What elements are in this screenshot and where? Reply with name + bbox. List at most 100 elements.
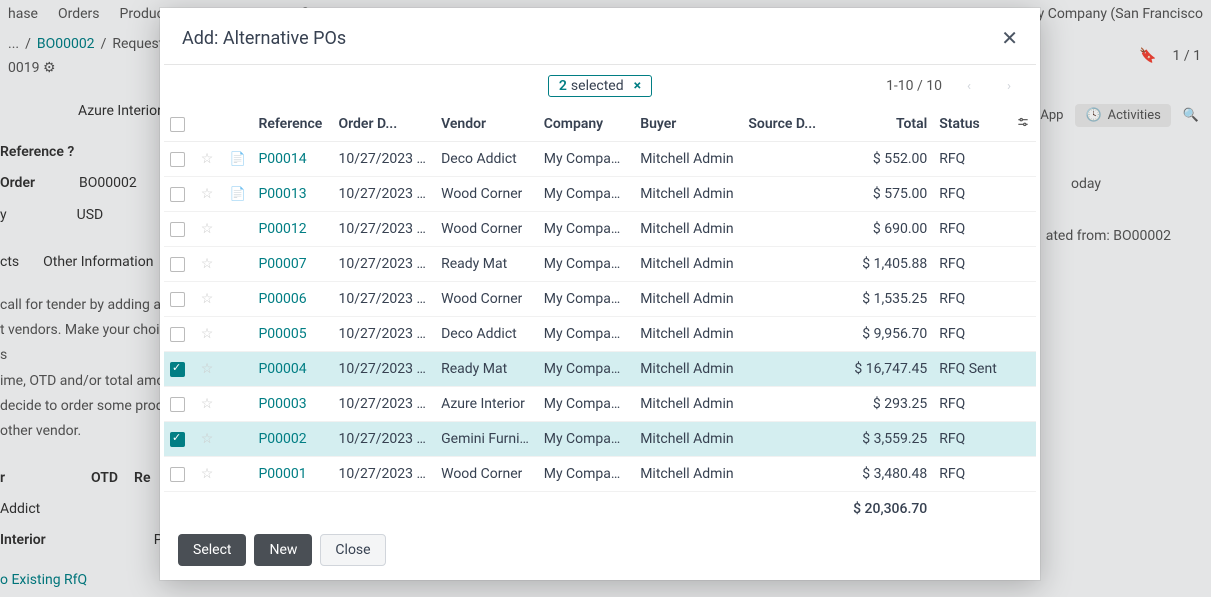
selection-pill[interactable]: 2 selected × bbox=[548, 75, 652, 97]
vendor-name: Wood Corner bbox=[441, 291, 522, 307]
table-row[interactable]: ☆ P00005 10/27/2023 0... Deco Addict My … bbox=[164, 317, 1036, 352]
reference-link[interactable]: P00006 bbox=[258, 291, 306, 307]
star-icon[interactable]: ☆ bbox=[201, 431, 214, 447]
order-date: 10/27/2023 0... bbox=[338, 291, 426, 307]
table-row[interactable]: ☆ P00004 10/27/2023 0... Ready Mat My Co… bbox=[164, 352, 1036, 387]
company-name: My Company ... bbox=[544, 326, 626, 342]
company-name: My Company ... bbox=[544, 396, 626, 412]
table-row[interactable]: ☆ P00002 10/27/2023 0... Gemini Furnit..… bbox=[164, 422, 1036, 457]
total-value: $ 3,559.25 bbox=[862, 431, 927, 447]
order-date: 10/27/2023 0... bbox=[338, 221, 426, 237]
star-icon[interactable]: ☆ bbox=[201, 186, 214, 202]
vendor-name: Wood Corner bbox=[441, 466, 522, 482]
total-value: $ 3,480.48 bbox=[862, 466, 927, 482]
table-row[interactable]: ☆ P00007 10/27/2023 0... Ready Mat My Co… bbox=[164, 247, 1036, 282]
star-icon[interactable]: ☆ bbox=[201, 466, 214, 482]
buyer-name: Mitchell Admin bbox=[640, 326, 733, 342]
row-checkbox[interactable] bbox=[170, 187, 185, 202]
order-date: 10/27/2023 0... bbox=[338, 186, 426, 202]
row-checkbox[interactable] bbox=[170, 467, 185, 482]
star-icon[interactable]: ☆ bbox=[201, 396, 214, 412]
status-value: RFQ bbox=[939, 186, 965, 202]
select-button[interactable]: Select bbox=[178, 534, 246, 566]
status-value: RFQ Sent bbox=[939, 361, 997, 377]
order-date: 10/27/2023 0... bbox=[338, 361, 426, 377]
star-icon[interactable]: ☆ bbox=[201, 291, 214, 307]
row-checkbox[interactable] bbox=[170, 292, 185, 307]
row-checkbox[interactable] bbox=[170, 257, 185, 272]
reference-link[interactable]: P00007 bbox=[258, 256, 306, 272]
row-checkbox[interactable] bbox=[170, 222, 185, 237]
reference-link[interactable]: P00012 bbox=[258, 221, 306, 237]
company-name: My Company ... bbox=[544, 186, 626, 202]
activity-icon[interactable]: 📄 bbox=[230, 152, 246, 167]
star-icon[interactable]: ☆ bbox=[201, 361, 214, 377]
col-company[interactable]: Company bbox=[538, 107, 634, 142]
order-date: 10/27/2023 0... bbox=[338, 466, 426, 482]
table-row[interactable]: ☆ P00012 10/27/2023 0... Wood Corner My … bbox=[164, 212, 1036, 247]
vendor-name: Wood Corner bbox=[441, 186, 522, 202]
reference-link[interactable]: P00003 bbox=[258, 396, 306, 412]
status-value: RFQ bbox=[939, 396, 965, 412]
order-date: 10/27/2023 0... bbox=[338, 431, 426, 447]
star-icon[interactable]: ☆ bbox=[201, 221, 214, 237]
close-icon[interactable]: ✕ bbox=[1001, 26, 1018, 50]
buyer-name: Mitchell Admin bbox=[640, 396, 733, 412]
pager-label: 1-10 / 10 bbox=[886, 78, 942, 94]
reference-link[interactable]: P00004 bbox=[258, 361, 306, 377]
row-checkbox[interactable] bbox=[170, 362, 185, 377]
close-button[interactable]: Close bbox=[320, 534, 385, 566]
col-vendor[interactable]: Vendor bbox=[435, 107, 538, 142]
col-order-date[interactable]: Order D... bbox=[332, 107, 435, 142]
prev-page-button[interactable]: ‹ bbox=[956, 73, 982, 99]
vendor-name: Ready Mat bbox=[441, 256, 507, 272]
reference-link[interactable]: P00014 bbox=[258, 151, 306, 167]
vendor-name: Ready Mat bbox=[441, 361, 507, 377]
star-icon[interactable]: ☆ bbox=[201, 256, 214, 272]
order-date: 10/27/2023 0... bbox=[338, 396, 426, 412]
col-status[interactable]: Status bbox=[933, 107, 1009, 142]
company-name: My Company ... bbox=[544, 221, 626, 237]
col-buyer[interactable]: Buyer bbox=[634, 107, 742, 142]
row-checkbox[interactable] bbox=[170, 432, 185, 447]
table-row[interactable]: ☆ P00001 10/27/2023 0... Wood Corner My … bbox=[164, 457, 1036, 492]
reference-link[interactable]: P00013 bbox=[258, 186, 306, 202]
clear-selection-icon[interactable]: × bbox=[634, 78, 641, 94]
table-row[interactable]: ☆ 📄 P00013 10/27/2023 0... Wood Corner M… bbox=[164, 177, 1036, 212]
reference-link[interactable]: P00005 bbox=[258, 326, 306, 342]
reference-link[interactable]: P00001 bbox=[258, 466, 306, 482]
adjust-columns-icon[interactable] bbox=[1016, 117, 1030, 133]
col-reference[interactable]: Reference bbox=[252, 107, 332, 142]
buyer-name: Mitchell Admin bbox=[640, 221, 733, 237]
company-name: My Company ... bbox=[544, 291, 626, 307]
buyer-name: Mitchell Admin bbox=[640, 361, 733, 377]
vendor-name: Deco Addict bbox=[441, 151, 517, 167]
select-all-checkbox[interactable] bbox=[170, 117, 185, 132]
buyer-name: Mitchell Admin bbox=[640, 186, 733, 202]
next-page-button[interactable]: › bbox=[996, 73, 1022, 99]
row-checkbox[interactable] bbox=[170, 397, 185, 412]
row-checkbox[interactable] bbox=[170, 327, 185, 342]
company-name: My Company ... bbox=[544, 361, 626, 377]
total-value: $ 1,535.25 bbox=[862, 291, 927, 307]
order-date: 10/27/2023 0... bbox=[338, 256, 426, 272]
total-value: $ 16,747.45 bbox=[854, 361, 927, 377]
star-icon[interactable]: ☆ bbox=[201, 151, 214, 167]
col-total[interactable]: Total bbox=[839, 107, 933, 142]
table-row[interactable]: ☆ P00006 10/27/2023 0... Wood Corner My … bbox=[164, 282, 1036, 317]
add-alternative-pos-modal: Add: Alternative POs ✕ 2 selected × 1-10… bbox=[160, 8, 1040, 580]
order-date: 10/27/2023 0... bbox=[338, 151, 426, 167]
status-value: RFQ bbox=[939, 326, 965, 342]
table-row[interactable]: ☆ P00003 10/27/2023 0... Azure Interior … bbox=[164, 387, 1036, 422]
new-button[interactable]: New bbox=[254, 534, 312, 566]
activity-icon[interactable]: 📄 bbox=[230, 187, 246, 202]
buyer-name: Mitchell Admin bbox=[640, 291, 733, 307]
col-source[interactable]: Source D... bbox=[742, 107, 838, 142]
company-name: My Company ... bbox=[544, 431, 626, 447]
row-checkbox[interactable] bbox=[170, 152, 185, 167]
star-icon[interactable]: ☆ bbox=[201, 326, 214, 342]
buyer-name: Mitchell Admin bbox=[640, 466, 733, 482]
vendor-name: Gemini Furnit... bbox=[441, 431, 529, 447]
table-row[interactable]: ☆ 📄 P00014 10/27/2023 0... Deco Addict M… bbox=[164, 142, 1036, 177]
reference-link[interactable]: P00002 bbox=[258, 431, 306, 447]
